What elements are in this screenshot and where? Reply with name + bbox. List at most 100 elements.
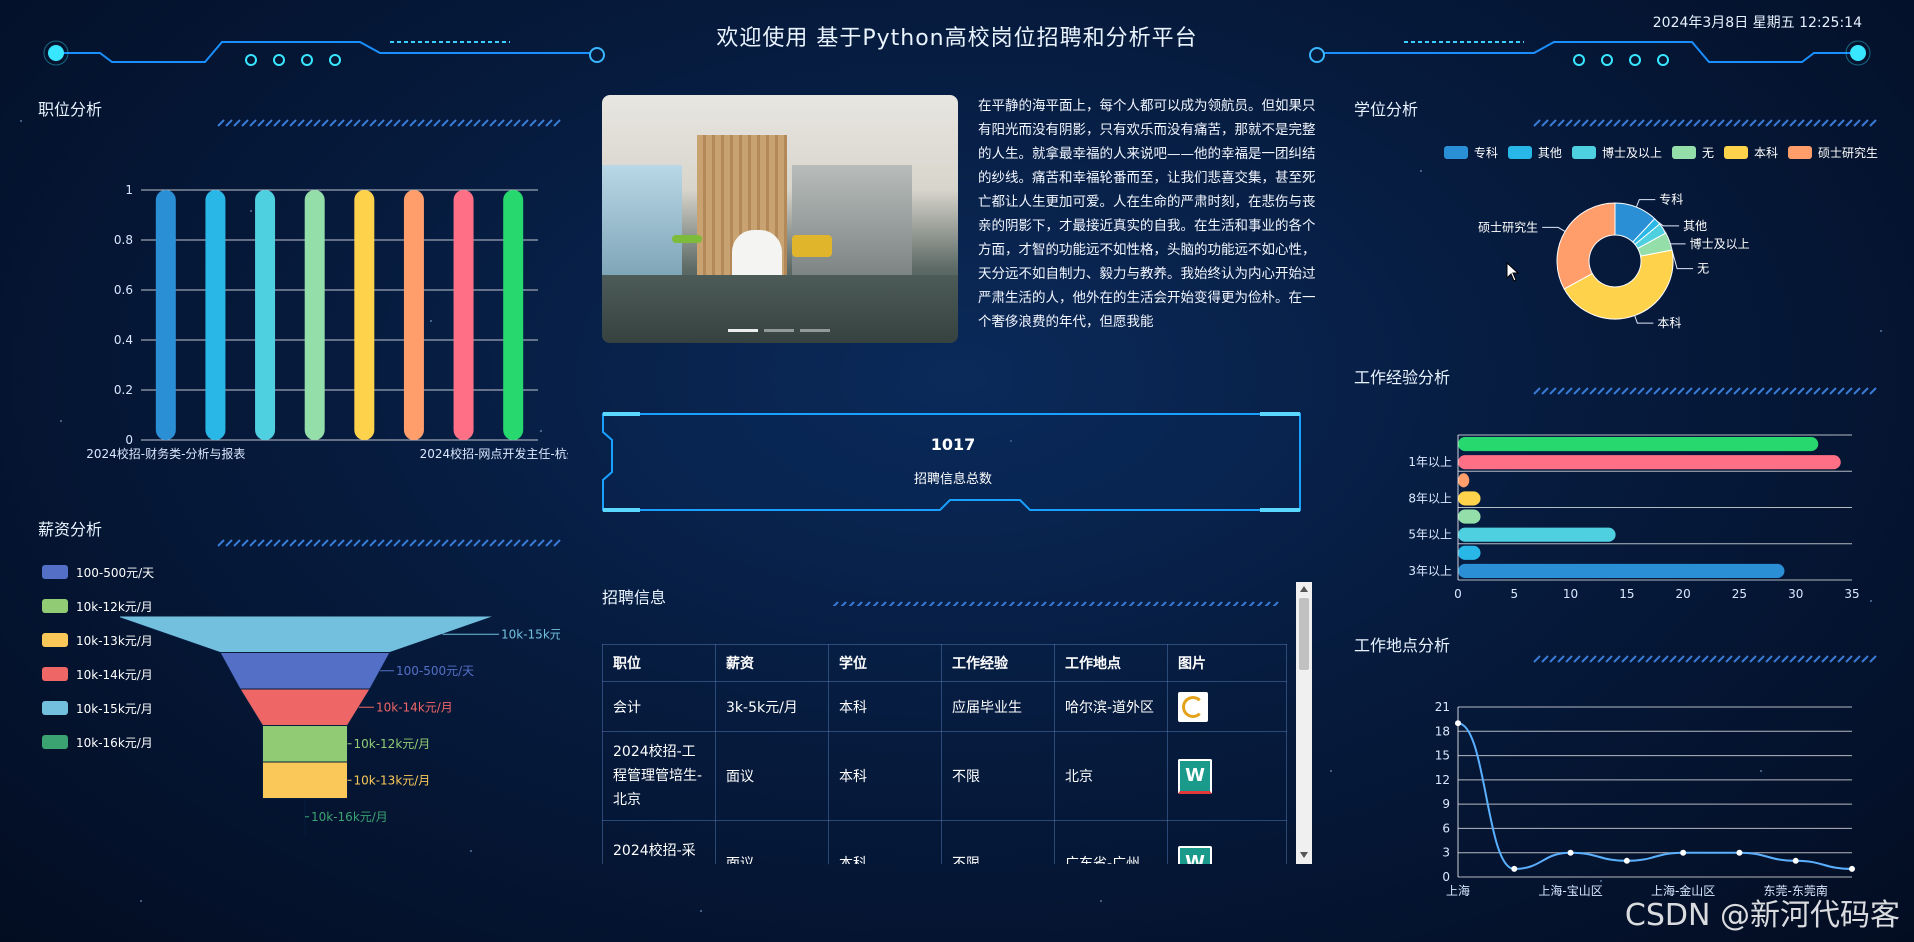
pie-slice xyxy=(1556,202,1616,290)
legend-item[interactable]: 无 xyxy=(1671,144,1714,161)
y-tick-label: 15 xyxy=(1435,749,1450,763)
legend-item[interactable]: 专科 xyxy=(1443,144,1498,161)
legend-swatch xyxy=(1571,146,1596,159)
job-bar xyxy=(304,190,325,440)
exp-bar xyxy=(1458,563,1785,578)
company-logo-icon[interactable] xyxy=(1178,691,1208,722)
table-header: 学位 xyxy=(828,644,942,682)
job-bar xyxy=(503,190,524,440)
data-point xyxy=(1455,720,1461,727)
x-tick-label: 上海-宝山区 xyxy=(1538,883,1602,898)
table-row[interactable]: 2024校招-采购类-品牌采购 面议 本科 不限 广东省-广州 W xyxy=(602,820,1287,864)
funnel-label: 10k-14k元/月 xyxy=(376,700,453,714)
data-point xyxy=(1792,857,1799,864)
company-logo-icon[interactable]: W xyxy=(1178,845,1212,864)
funnel-label: 10k-13k元/月 xyxy=(354,773,431,787)
exp-analysis-chart: 0 5 10 15 20 25 30 35 3年以上 5年以上 8年以上 1年以上 xyxy=(1408,434,1860,601)
recruit-total-label: 招聘信息总数 xyxy=(913,472,992,487)
legend-item[interactable]: 本科 xyxy=(1723,144,1778,161)
y-tick-label: 1年以上 xyxy=(1408,455,1452,469)
pie-label: 博士及以上 xyxy=(1690,236,1750,251)
salary-panel-title: 薪资分析 xyxy=(38,520,103,539)
exp-bar xyxy=(1458,545,1481,560)
funnel-segment xyxy=(262,761,348,799)
pie-label: 本科 xyxy=(1657,316,1681,330)
legend-item[interactable]: 博士及以上 xyxy=(1571,144,1662,161)
y-tick-label: 5年以上 xyxy=(1408,528,1452,542)
title-underline xyxy=(217,539,561,547)
x-tick-label: 2024校招-财务类-分析与报表 xyxy=(86,446,245,461)
table-row[interactable]: 2024校招-工程管理管培生-北京 面议 本科 不限 北京 W xyxy=(602,731,1287,821)
watermark: CSDN @新河代码客 xyxy=(1624,898,1900,933)
recruit-table-container[interactable]: 职位 薪资 学位 工作经验 工作地点 图片 会计 3k-5k元/月 本科 应届毕… xyxy=(602,644,1287,864)
cell-place: 广东省-广州 xyxy=(1054,820,1168,864)
cell-job: 2024校招-工程管理管培生-北京 xyxy=(602,731,716,821)
mouse-cursor-icon xyxy=(1506,262,1520,282)
cell-exp: 应届毕业生 xyxy=(941,681,1055,732)
legend-swatch xyxy=(1787,146,1812,159)
intro-text: 在平静的海平面上，每个人都可以成为领航员。但如果只有阳光而没有阴影，只有欢乐而没… xyxy=(978,98,1316,330)
legend-label: 无 xyxy=(1701,146,1714,160)
data-point xyxy=(1736,849,1743,856)
exp-bar xyxy=(1458,509,1481,524)
funnel-label: 100-500元/天 xyxy=(396,664,474,678)
table-scrollbar[interactable] xyxy=(1296,582,1312,864)
cell-degree: 本科 xyxy=(828,731,942,821)
data-point xyxy=(1567,849,1574,856)
x-tick-label: 25 xyxy=(1732,587,1747,601)
y-tick-label: 0.4 xyxy=(114,333,133,347)
pie-label-line xyxy=(1542,226,1566,232)
funnel-segment xyxy=(219,652,391,690)
carousel-dot[interactable] xyxy=(800,329,830,332)
legend-label: 专科 xyxy=(1473,146,1498,160)
funnel-label: 10k-15k元/月 xyxy=(501,627,560,641)
stats-frame xyxy=(602,412,1301,512)
salary-funnel-chart: 10k-15k元/月 100-500元/天 10k-14k元/月 10k-12k元/月… xyxy=(120,615,560,835)
exp-bar xyxy=(1458,527,1616,542)
legend-item[interactable]: 硕士研究生 xyxy=(1787,144,1878,161)
job-bar xyxy=(403,190,424,440)
degree-pie-chart: 专科其他博士及以上无本科 硕士研究生 xyxy=(1478,192,1750,330)
funnel-label: 10k-12k元/月 xyxy=(354,737,431,751)
scroll-up-icon[interactable] xyxy=(1300,586,1308,592)
job-bar xyxy=(255,190,276,440)
carousel-dot[interactable] xyxy=(764,329,794,332)
x-tick-label: 15 xyxy=(1619,587,1634,601)
job-bar xyxy=(354,190,375,440)
x-tick-label: 30 xyxy=(1788,587,1803,601)
cell-job: 会计 xyxy=(602,681,716,732)
title-underline xyxy=(1533,387,1877,395)
x-tick-label: 35 xyxy=(1844,587,1859,601)
exp-bar xyxy=(1458,473,1470,488)
page-title: 欢迎使用 基于Python高校岗位招聘和分析平台 xyxy=(716,26,1198,51)
scroll-thumb[interactable] xyxy=(1299,598,1309,670)
x-tick-label: 2024校招-网点开发主任-杭州/北京 xyxy=(420,446,568,461)
pie-label: 其他 xyxy=(1683,219,1707,233)
y-tick-label: 0.6 xyxy=(114,283,133,297)
funnel-label: 10k-16k元/月 xyxy=(311,810,388,824)
legend-swatch xyxy=(42,633,68,647)
office-photo-carousel[interactable] xyxy=(602,95,958,343)
cell-degree: 本科 xyxy=(828,681,942,732)
company-logo-icon[interactable]: W xyxy=(1178,758,1212,794)
scroll-down-icon[interactable] xyxy=(1300,852,1308,858)
table-row[interactable]: 会计 3k-5k元/月 本科 应届毕业生 哈尔滨-道外区 xyxy=(602,681,1287,732)
y-tick-label: 21 xyxy=(1435,700,1450,714)
cell-place: 哈尔滨-道外区 xyxy=(1054,681,1168,732)
legend-item[interactable]: 100-500元/天 xyxy=(42,555,182,589)
funnel-segment xyxy=(262,725,348,763)
carousel-dot-active[interactable] xyxy=(728,329,758,332)
y-tick-label: 0 xyxy=(1442,870,1450,884)
y-tick-label: 18 xyxy=(1435,724,1450,738)
title-underline xyxy=(1533,119,1877,127)
pie-label: 专科 xyxy=(1659,192,1683,207)
exp-bar xyxy=(1458,437,1819,452)
legend-item[interactable]: 其他 xyxy=(1507,144,1562,161)
legend-swatch xyxy=(42,701,68,715)
y-tick-label: 0 xyxy=(125,433,133,447)
x-tick-label: 20 xyxy=(1676,587,1691,601)
table-header: 薪资 xyxy=(715,644,829,682)
place-panel-title: 工作地点分析 xyxy=(1354,636,1451,655)
cell-degree: 本科 xyxy=(828,820,942,864)
data-point xyxy=(1511,865,1518,872)
